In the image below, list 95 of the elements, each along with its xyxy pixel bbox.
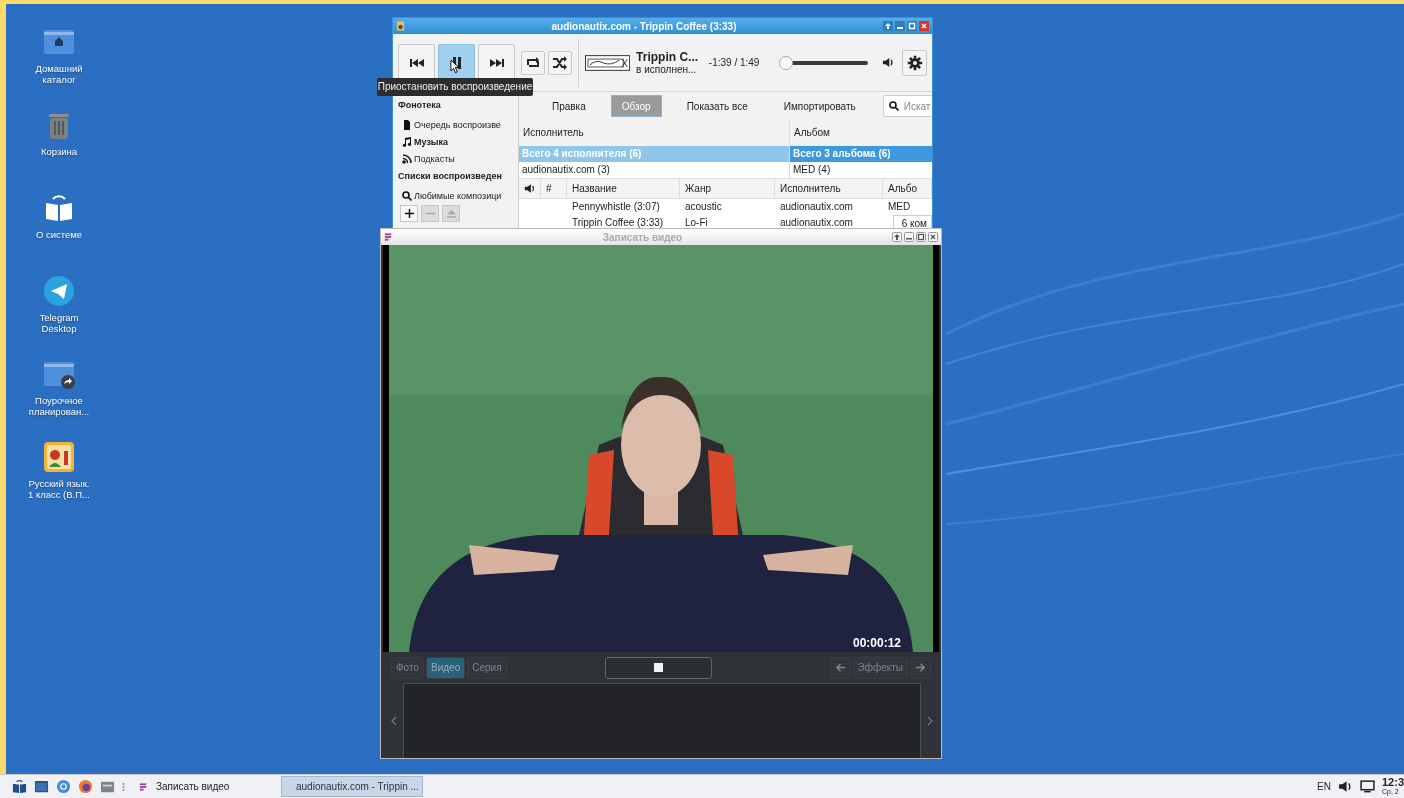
stop-icon [654, 663, 663, 672]
minimize-icon[interactable] [904, 232, 914, 242]
sidebar-item[interactable]: Подкасты [396, 150, 518, 167]
table-cell-text: acoustic [684, 200, 723, 214]
column-header[interactable]: # [541, 179, 567, 198]
app-icon [139, 781, 148, 792]
column-header[interactable]: Альбо [883, 179, 932, 198]
speaker-icon [524, 183, 536, 194]
volume-slider[interactable] [779, 55, 870, 70]
icon-label[interactable]: Домашний каталог [26, 63, 92, 85]
column-header: Исполнитель [522, 126, 585, 140]
close-icon[interactable] [919, 21, 929, 31]
window-title: audionautix.com - Trippin Coffee (3:33) [550, 20, 738, 32]
repeat-button[interactable] [521, 50, 545, 75]
grip-icon [122, 781, 125, 792]
paper-plane-icon[interactable] [43, 275, 75, 307]
icon-label[interactable]: Поурочное планирован... [26, 395, 92, 417]
view-tab[interactable]: Показать все [675, 95, 759, 117]
stop-button[interactable] [605, 656, 712, 679]
track-title: Trippin C... [636, 50, 700, 64]
book-icon[interactable] [12, 779, 27, 794]
chevron-right-icon[interactable] [927, 715, 933, 726]
repeat-icon [525, 55, 541, 70]
textbook-icon[interactable] [43, 441, 75, 473]
table-cell-text: audionautix.com [779, 216, 854, 228]
icon-label[interactable]: Русский язык. 1 класс (В.П... [26, 478, 92, 500]
list-row[interactable]: audionautix.com (3) [519, 162, 789, 178]
table-cell-text: audionautix.com [779, 200, 854, 214]
monitor-icon[interactable] [1360, 779, 1375, 794]
clock[interactable]: 12:3 [1382, 777, 1404, 787]
playback-time: -1:39 / 1:49 [708, 57, 760, 68]
sidebar-header: Списки воспроизведен [397, 170, 503, 183]
shuffle-button[interactable] [548, 50, 572, 75]
keyboard-layout[interactable]: EN [1317, 781, 1331, 792]
fox-browser-icon[interactable] [78, 779, 93, 794]
column-header: Альбом [793, 126, 831, 140]
pin-icon[interactable] [892, 232, 902, 242]
sidebar-item[interactable]: Музыка [396, 133, 518, 150]
skip-forward-icon [488, 56, 505, 69]
sidebar-item[interactable]: Очередь воспроизве [396, 116, 518, 133]
browser-icon[interactable] [56, 779, 71, 794]
close-icon[interactable] [928, 232, 938, 242]
taskbar-item[interactable]: audionautix.com - Trippin ... [281, 776, 423, 797]
arrow-left-icon [834, 662, 846, 673]
app-icon [384, 232, 393, 242]
column-header[interactable]: Исполнитель [775, 179, 883, 198]
chevron-left-icon[interactable] [391, 715, 397, 726]
minimize-icon[interactable] [895, 21, 905, 31]
volume-icon[interactable] [1338, 779, 1353, 794]
tooltip: Приостановить воспроизведение [377, 78, 533, 96]
sidebar-header: Фонотека [397, 99, 442, 112]
table-cell-text: Pennywhistle (3:07) [571, 200, 661, 214]
window-title: Записать видео [601, 231, 684, 243]
pin-icon[interactable] [883, 21, 893, 31]
table-cell-text: Lo-Fi [684, 216, 709, 228]
table-cell-text: Trippin Coffee (3:33) [571, 216, 665, 228]
maximize-icon[interactable] [916, 232, 926, 242]
book-icon[interactable] [43, 192, 75, 224]
skip-back-icon [408, 56, 425, 69]
document-icon [402, 119, 412, 130]
rss-icon [402, 153, 412, 164]
music-note-icon [402, 136, 412, 147]
plus-icon [403, 208, 415, 219]
search-field[interactable]: Искат [882, 95, 932, 117]
table-cell-text: MED [887, 200, 912, 214]
previous-effect-button[interactable] [829, 656, 851, 679]
icon-label[interactable]: О системе [35, 229, 83, 240]
recording-timer: 00:00:12 [852, 636, 901, 650]
add-button[interactable] [400, 205, 418, 222]
column-header[interactable]: Название [567, 179, 680, 198]
shuffle-icon [552, 55, 568, 70]
file-manager-icon[interactable] [100, 779, 115, 794]
speaker-icon [396, 21, 405, 31]
sidebar-item[interactable]: Любимые композици [396, 187, 518, 204]
taskbar-item[interactable]: Записать видео [132, 776, 274, 797]
view-tab[interactable]: Правка [541, 95, 597, 117]
column-header[interactable]: Жанр [680, 179, 775, 198]
settings-button[interactable] [902, 49, 927, 76]
eject-icon [445, 208, 457, 219]
arrow-right-icon [915, 662, 926, 673]
list-row[interactable]: MED (4) [790, 162, 932, 178]
album-cover [585, 54, 631, 71]
desktop-icon[interactable] [34, 779, 49, 794]
cursor-icon [450, 59, 459, 74]
slider-thumb[interactable] [779, 55, 794, 70]
volume-icon[interactable] [881, 57, 895, 68]
search-icon [402, 190, 412, 201]
next-effect-button[interactable] [910, 656, 931, 679]
search-icon [888, 101, 899, 111]
track-artist: в исполнен... [636, 64, 698, 75]
view-tab[interactable]: Импортировать [772, 95, 867, 117]
icon-label[interactable]: Telegram Desktop [26, 312, 92, 334]
gear-icon [906, 54, 923, 71]
status-popup: 6 ком [892, 215, 932, 228]
icon-label[interactable]: Корзина [40, 146, 78, 157]
